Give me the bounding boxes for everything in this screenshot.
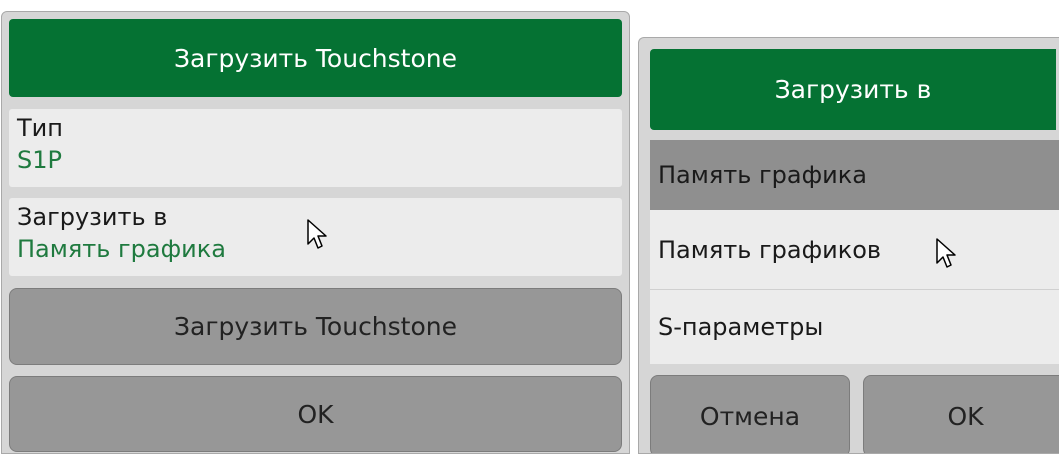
option-traces-memory[interactable]: Память графиков xyxy=(650,210,1059,289)
option-label: S-параметры xyxy=(658,313,824,341)
option-s-parameters[interactable]: S-параметры xyxy=(650,289,1059,364)
load-to-value: Память графика xyxy=(17,235,226,263)
type-label: Тип xyxy=(17,114,63,142)
load-to-label: Загрузить в xyxy=(17,203,168,231)
dialog-title: Загрузить Touchstone xyxy=(9,19,622,97)
option-label: Память графиков xyxy=(658,235,882,264)
load-touchstone-dialog: Загрузить Touchstone Тип S1P Загрузить в… xyxy=(1,11,630,454)
type-value: S1P xyxy=(17,146,62,174)
dialog-title: Загрузить в xyxy=(650,49,1056,130)
ok-button[interactable]: OK xyxy=(9,376,622,452)
option-label: Память графика xyxy=(658,161,867,189)
option-trace-memory[interactable]: Память графика xyxy=(650,140,1059,210)
cancel-button[interactable]: Отмена xyxy=(650,375,850,453)
load-touchstone-button[interactable]: Загрузить Touchstone xyxy=(9,288,622,365)
type-field[interactable]: Тип S1P xyxy=(9,109,622,187)
mouse-pointer-icon xyxy=(307,219,327,249)
load-to-dialog: Загрузить в Память графика Память график… xyxy=(638,37,1059,454)
mouse-pointer-icon xyxy=(936,238,956,268)
ok-button[interactable]: OK xyxy=(863,375,1059,453)
